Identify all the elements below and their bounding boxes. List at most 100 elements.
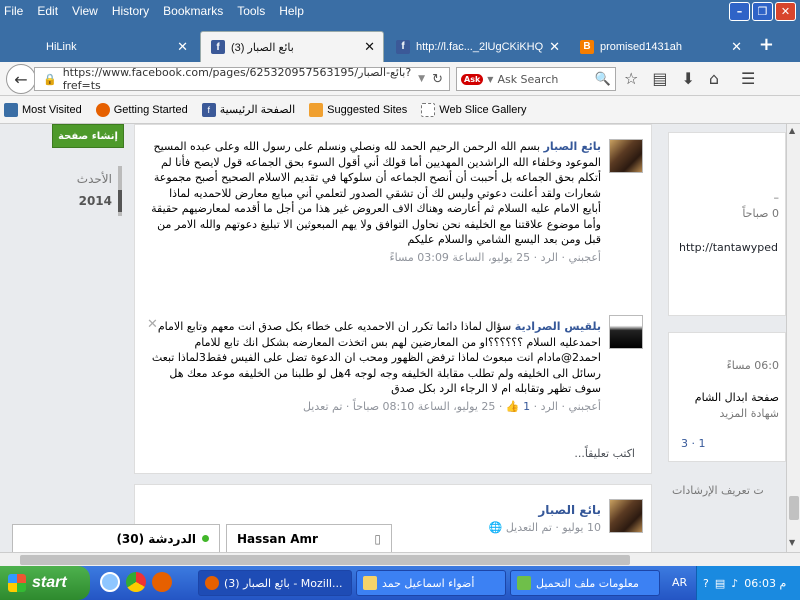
- menu-tools[interactable]: Tools: [237, 4, 265, 18]
- bookmark-facebook-home[interactable]: f الصفحة الرئيسية: [201, 102, 295, 117]
- chat-friend-name: Hassan Amr: [237, 531, 318, 546]
- sidebar-card: – 0 صباحاً http://tantawyped: [668, 132, 786, 316]
- blogger-icon: B: [580, 39, 594, 54]
- maximize-button[interactable]: ❐: [752, 2, 773, 21]
- menu-file[interactable]: File: [4, 4, 23, 18]
- tab-close-icon[interactable]: ✕: [177, 39, 188, 55]
- folder-icon: [4, 102, 18, 117]
- bookmark-label: Web Slice Gallery: [439, 103, 527, 116]
- bookmark-web-slice-gallery[interactable]: Web Slice Gallery: [421, 102, 527, 117]
- comment-item: بلقيس الصرادية سؤال لماذا دائما تكرر ان …: [149, 319, 601, 414]
- start-label: start: [32, 574, 67, 591]
- sidebar-card-counts[interactable]: 3 · 1: [681, 437, 706, 450]
- bookmark-label: Most Visited: [22, 103, 82, 116]
- avatar[interactable]: [609, 139, 643, 173]
- tab-facebook-page[interactable]: f بائع الصبار (3) ✕: [200, 31, 384, 62]
- scrollbar-thumb[interactable]: [789, 496, 799, 520]
- create-page-button[interactable]: إنشاء صفحة: [52, 124, 124, 148]
- comment-author[interactable]: بلقيس الصرادية: [515, 320, 601, 333]
- url-bar[interactable]: 🔒 https://www.facebook.com/pages/6253209…: [34, 66, 450, 92]
- hints-link[interactable]: ت تعريف الإرشادات: [672, 484, 764, 497]
- suggested-sites-icon: [309, 102, 324, 117]
- avatar[interactable]: [609, 315, 643, 349]
- right-column: – 0 صباحاً http://tantawyped 06:0 مساءً …: [668, 124, 800, 552]
- write-comment-input[interactable]: اكتب تعليقاً...: [574, 447, 635, 460]
- chat-online-tab[interactable]: (30) الدردشة: [12, 524, 220, 552]
- close-window-button[interactable]: ✕: [775, 2, 796, 21]
- tab-label: http://l.fac..._2lUgCKiKHQ: [416, 40, 544, 53]
- network-icon[interactable]: ▤: [715, 577, 725, 590]
- menu-icon[interactable]: ☰: [741, 69, 755, 88]
- dropdown-icon[interactable]: ▼: [487, 75, 493, 84]
- menu-view[interactable]: View: [72, 4, 98, 18]
- ie-icon[interactable]: [100, 572, 120, 592]
- bookmark-most-visited[interactable]: Most Visited: [4, 102, 82, 117]
- vertical-scrollbar[interactable]: ▲ ▼: [786, 124, 800, 552]
- menu-history[interactable]: History: [112, 4, 149, 18]
- volume-icon[interactable]: ♪: [731, 577, 738, 590]
- chat-friend-tab[interactable]: Hassan Amr ▯: [226, 524, 392, 552]
- tab-close-icon[interactable]: ✕: [731, 39, 742, 55]
- sidebar-card-link[interactable]: http://tantawyped: [679, 241, 778, 254]
- search-icon[interactable]: 🔍: [595, 72, 611, 87]
- start-button[interactable]: start: [0, 566, 90, 600]
- language-indicator[interactable]: AR: [672, 576, 687, 589]
- sidebar-card-title[interactable]: صفحة ابدال الشام: [695, 391, 779, 404]
- reading-list-icon[interactable]: ▤: [652, 69, 667, 88]
- bookmark-label: Getting Started: [113, 103, 188, 116]
- facebook-icon: f: [201, 102, 216, 117]
- bookmark-label: Suggested Sites: [327, 103, 408, 116]
- timeline-year-link[interactable]: 2014: [79, 194, 112, 208]
- post-author[interactable]: بائع الصبار: [538, 503, 601, 517]
- dropdown-icon[interactable]: ▼: [418, 74, 425, 84]
- horizontal-scrollbar[interactable]: [0, 552, 800, 566]
- menu-bookmarks[interactable]: Bookmarks: [163, 4, 223, 18]
- download-manager-icon: [517, 576, 531, 590]
- menu-bar: File Edit View History Bookmarks Tools H…: [0, 0, 800, 22]
- taskbar-folder-window[interactable]: أضواء اسماعيل حمد: [356, 570, 506, 596]
- back-button[interactable]: ←: [6, 64, 36, 94]
- comment-meta: أعجبني · الرد · 1 👍 · 25 يوليو، الساعة 0…: [149, 399, 601, 415]
- scroll-up-icon[interactable]: ▲: [789, 126, 795, 135]
- tab-facebook-link[interactable]: f http://l.fac..._2lUgCKiKHQ ✕: [386, 31, 568, 62]
- search-placeholder: Ask Search: [497, 72, 559, 86]
- new-tab-button[interactable]: +: [759, 34, 774, 55]
- lock-icon: 🔒: [43, 72, 57, 86]
- bookmark-suggested-sites[interactable]: Suggested Sites: [309, 102, 408, 117]
- firefox-icon: [205, 576, 219, 590]
- clock[interactable]: 06:03 م: [744, 577, 786, 590]
- search-bar[interactable]: Ask ▼ Ask Search 🔍: [456, 67, 616, 91]
- comment-author[interactable]: بائع الصبار: [544, 140, 601, 153]
- window-controls: – ❐ ✕: [729, 2, 796, 21]
- tab-close-icon[interactable]: ✕: [364, 39, 375, 55]
- chat-online-label: (30) الدردشة: [116, 531, 196, 546]
- bookmark-star-icon[interactable]: ☆: [624, 69, 638, 88]
- firefox-icon[interactable]: [152, 572, 172, 592]
- menu-help[interactable]: Help: [279, 4, 304, 18]
- ask-logo-icon: Ask: [461, 73, 484, 85]
- taskbar-download-window[interactable]: معلومات ملف التحميل: [510, 570, 660, 596]
- home-icon[interactable]: ⌂: [709, 69, 719, 88]
- scrollbar-thumb[interactable]: [20, 555, 630, 565]
- sidebar-card-time: 06:0 مساءً: [726, 359, 779, 372]
- task-label: بائع الصبار (3) - Mozill...: [224, 576, 343, 590]
- reload-icon[interactable]: ↻: [432, 72, 443, 87]
- page-content: إنشاء صفحة الأحدث 2014 بائع الصبار بسم ا…: [0, 124, 800, 552]
- firefox-icon: [95, 102, 110, 117]
- chrome-icon[interactable]: [126, 572, 146, 592]
- web-slice-icon: [421, 102, 436, 117]
- comment-actions[interactable]: أعجبني · الرد ·: [530, 400, 601, 413]
- bookmark-getting-started[interactable]: Getting Started: [95, 102, 188, 117]
- minimize-button[interactable]: –: [729, 2, 750, 21]
- download-icon[interactable]: ⬇: [681, 69, 694, 88]
- menu-edit[interactable]: Edit: [37, 4, 58, 18]
- tab-hilink[interactable]: HiLink ✕: [0, 31, 196, 62]
- help-icon[interactable]: ?: [703, 577, 709, 590]
- sidebar-card-subtitle[interactable]: شهادة المزيد: [720, 407, 779, 420]
- timeline-recent-link[interactable]: الأحدث: [77, 172, 112, 186]
- tab-blogger[interactable]: B promised1431ah ✕: [570, 31, 750, 62]
- tab-close-icon[interactable]: ✕: [549, 39, 560, 55]
- taskbar-firefox-window[interactable]: بائع الصبار (3) - Mozill...: [198, 570, 352, 596]
- comment-text: بسم الله الرحمن الرحيم الحمد لله ونصلي و…: [151, 140, 601, 246]
- tab-strip: HiLink ✕ f بائع الصبار (3) ✕ f http://l.…: [0, 22, 800, 62]
